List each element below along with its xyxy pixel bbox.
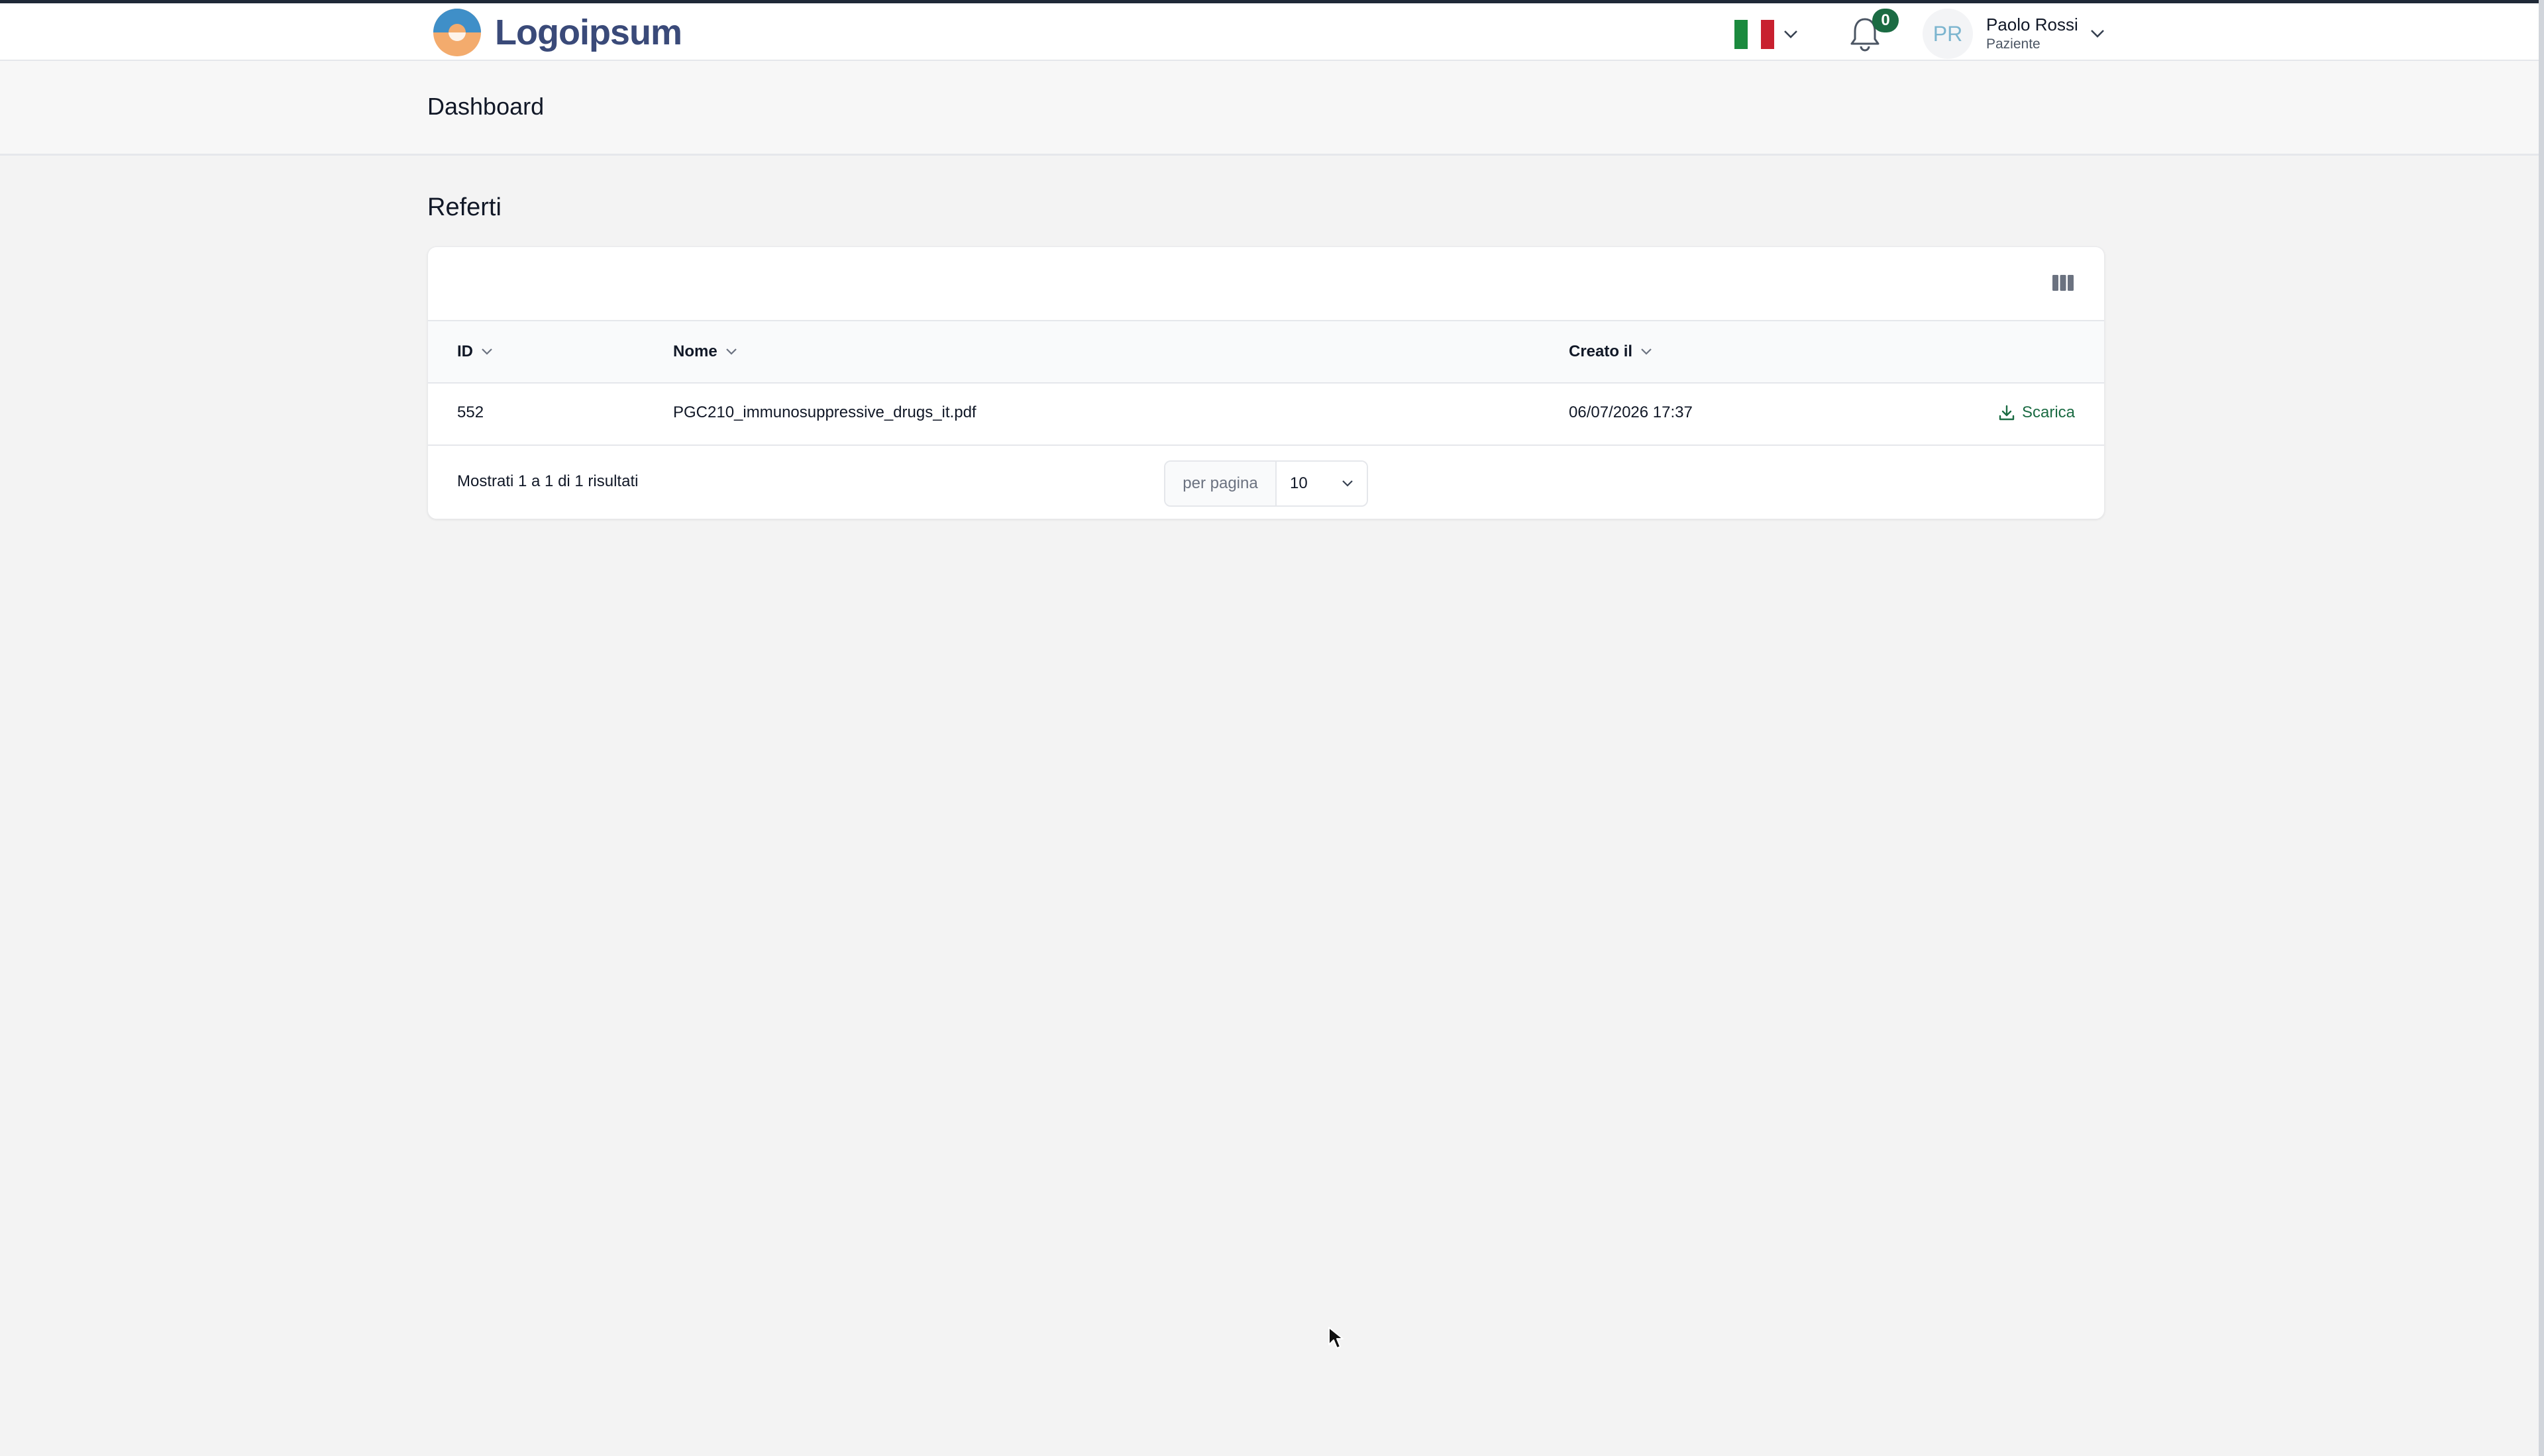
- table-header: ID Nome Creato il: [428, 320, 2104, 384]
- column-header-nome[interactable]: Nome: [673, 321, 737, 382]
- per-page-value: 10: [1290, 474, 1308, 492]
- download-label: Scarica: [2021, 403, 2075, 421]
- logo-text: Logoipsum: [495, 13, 682, 52]
- sort-chevron-icon: [725, 348, 737, 355]
- chevron-down-icon: [2090, 30, 2104, 38]
- column-header-label: Nome: [673, 342, 717, 360]
- cell-created: 06/07/2026 17:37: [1569, 403, 1693, 421]
- column-header-id[interactable]: ID: [457, 321, 493, 382]
- avatar: PR: [1923, 9, 1973, 59]
- notifications-button[interactable]: 0: [1848, 9, 1899, 52]
- column-header-label: Creato il: [1569, 342, 1633, 360]
- sort-chevron-icon: [1641, 348, 1652, 355]
- chevron-down-icon: [1784, 30, 1797, 38]
- per-page-control: per pagina 10: [1164, 460, 1368, 507]
- top-navigation-bar: Logoipsum 0 PR Paolo Rossi Paziente: [0, 3, 2544, 61]
- mouse-cursor-icon: [1328, 1327, 1344, 1349]
- reports-table-card: ID Nome Creato il 552 PGC210_immunosuppr…: [427, 246, 2105, 519]
- table-toolbar: [428, 247, 2104, 320]
- user-role: Paziente: [1986, 36, 2040, 52]
- results-summary: Mostrati 1 a 1 di 1 risultati: [457, 472, 639, 490]
- language-selector[interactable]: [1734, 18, 1798, 51]
- logo[interactable]: Logoipsum: [427, 7, 682, 58]
- per-page-select[interactable]: 10: [1277, 462, 1367, 505]
- sort-chevron-icon: [482, 348, 492, 355]
- user-name: Paolo Rossi: [1986, 15, 2078, 34]
- table-row: 552 PGC210_immunosuppressive_drugs_it.pd…: [428, 381, 2104, 446]
- download-icon: [1999, 405, 2015, 421]
- cell-id: 552: [457, 403, 484, 421]
- section-title: Referti: [427, 193, 502, 221]
- cell-name: PGC210_immunosuppressive_drugs_it.pdf: [673, 403, 977, 421]
- notification-count-badge: 0: [1872, 9, 1899, 32]
- user-menu[interactable]: PR Paolo Rossi Paziente: [1923, 9, 2105, 59]
- per-page-label: per pagina: [1165, 462, 1277, 505]
- chevron-down-icon: [1342, 480, 1353, 487]
- page-title: Dashboard: [427, 93, 545, 120]
- user-info: Paolo Rossi Paziente: [1986, 14, 2078, 54]
- page-header: Dashboard: [0, 61, 2544, 156]
- column-header-label: ID: [457, 342, 473, 360]
- download-button[interactable]: Scarica: [1998, 381, 2075, 444]
- table-footer: Mostrati 1 a 1 di 1 risultati per pagina…: [428, 444, 2104, 519]
- columns-toggle-icon[interactable]: [2051, 271, 2075, 295]
- logo-mark-icon: [433, 9, 481, 56]
- column-header-creato-il[interactable]: Creato il: [1569, 321, 1652, 382]
- italy-flag-icon: [1734, 20, 1774, 49]
- window-right-edge: [2539, 0, 2544, 1456]
